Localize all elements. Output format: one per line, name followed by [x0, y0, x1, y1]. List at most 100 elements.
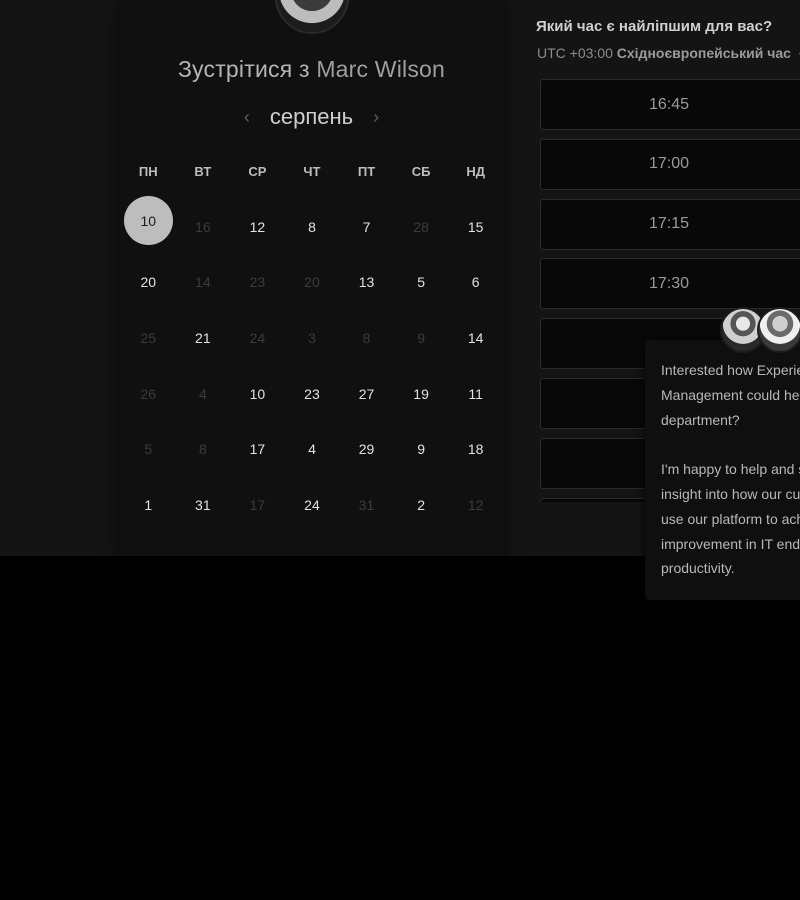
calendar-day-number: 14 — [195, 274, 211, 291]
calendar-day-unavailable: 17 — [230, 477, 285, 533]
calendar-day-available[interactable]: 10 — [230, 366, 285, 422]
calendar-day-selected[interactable]: 10 — [121, 193, 176, 249]
calendar-day-number: 9 — [417, 329, 425, 346]
time-slot-button[interactable]: 17:00 — [540, 138, 800, 190]
calendar-day-number: 4 — [308, 441, 316, 458]
calendar-day-available[interactable]: 18 — [448, 421, 503, 477]
calendar-day-unavailable: 5 — [121, 421, 176, 477]
calendar-day-available[interactable]: 24 — [285, 477, 340, 533]
calendar-day-number: 2 — [417, 496, 425, 513]
calendar-day-number: 12 — [249, 218, 266, 235]
weekday-label: ЧТ — [303, 164, 321, 179]
calendar-day-available[interactable]: 5 — [394, 255, 449, 311]
next-month-chevron-right-icon[interactable]: › — [357, 107, 395, 128]
chat-message-spacer — [661, 432, 800, 457]
chat-message-line: department? — [661, 411, 740, 428]
calendar-day-number: 11 — [468, 385, 483, 402]
calendar-day-available[interactable]: 19 — [394, 366, 449, 422]
calendar-day-number: 14 — [467, 329, 484, 346]
calendar-day-available[interactable]: 15 — [448, 199, 503, 255]
calendar-day-unavailable: 3 — [285, 310, 340, 366]
calendar-day-number: 12 — [467, 496, 484, 513]
calendar-day-number: 26 — [140, 385, 157, 402]
chat-message-line: I'm happy to help and s — [661, 461, 800, 478]
calendar-day-available[interactable]: 12 — [230, 199, 285, 255]
calendar-day-number: 18 — [467, 441, 484, 458]
meeting-title: Зустрітися з Marc Wilson — [119, 56, 504, 83]
chat-agent-avatar[interactable] — [757, 307, 800, 353]
calendar-day-available[interactable]: 4 — [285, 421, 340, 477]
calendar-day-available[interactable]: 13 — [339, 255, 394, 311]
calendar-week-row: 10 16 12 8 7 28 15 — [121, 196, 503, 255]
calendar-day-unavailable: 14 — [176, 255, 231, 311]
month-navigation: ‹ серпень › — [119, 102, 504, 132]
calendar-day-available[interactable]: 17 — [230, 421, 285, 477]
weekday-label: ПН — [138, 164, 158, 179]
calendar-day-available[interactable]: 2 — [394, 477, 449, 533]
calendar-day-number: 8 — [198, 441, 207, 458]
time-slot-button[interactable]: 16:45 — [540, 79, 800, 130]
time-slot-button[interactable]: 17:15 — [540, 198, 800, 250]
calendar-day-number: 17 — [249, 496, 266, 513]
calendar-day-unavailable: 12 — [448, 477, 503, 533]
calendar-day-number: 8 — [362, 329, 371, 346]
calendar-day-number: 28 — [413, 218, 429, 235]
calendar-day-number: 8 — [308, 218, 316, 235]
calendar-day-number: 23 — [249, 274, 266, 291]
calendar-week-row: 26 4 10 23 27 19 11 — [121, 366, 503, 422]
calendar-day-available[interactable]: 7 — [339, 199, 394, 255]
calendar-day-number: 10 — [249, 385, 266, 402]
calendar-day-number: 9 — [417, 441, 425, 458]
calendar-day-unavailable: 28 — [394, 199, 449, 255]
weekday-header: ПН ВТ СР ЧТ ПТ СБ НД — [121, 164, 503, 182]
calendar-day-available[interactable]: 14 — [448, 310, 503, 366]
calendar-day-available[interactable]: 1 — [121, 477, 176, 533]
calendar-day-number: 13 — [358, 274, 375, 291]
calendar-day-number: 17 — [249, 441, 266, 458]
day-grid: 10 16 12 8 7 28 15 20 14 23 20 13 5 6 25 21 24 3 8 9 14 26 4 10… — [121, 196, 503, 533]
calendar-day-available[interactable]: 31 — [176, 477, 231, 533]
chat-message-line: Management could hel — [661, 386, 800, 403]
calendar-day-number: 19 — [413, 385, 429, 402]
calendar-day-available[interactable]: 8 — [285, 199, 340, 255]
calendar-day-unavailable: 8 — [176, 421, 231, 477]
calendar-day-available[interactable]: 21 — [176, 310, 231, 366]
calendar-day-number: 3 — [308, 329, 316, 346]
calendar-day-number: 20 — [140, 274, 157, 291]
timezone-selector[interactable]: UTC +03:00 Східноєвропейський час ▾ — [537, 45, 800, 61]
calendar-day-number: 24 — [304, 496, 320, 513]
calendar-day-number: 5 — [417, 274, 425, 291]
calendar-week-row: 20 14 23 20 13 5 6 — [121, 255, 503, 311]
calendar-day-available[interactable]: 29 — [339, 421, 394, 477]
calendar-day-unavailable: 25 — [121, 310, 176, 366]
timezone-offset: UTC +03:00 — [537, 45, 613, 61]
calendar-day-number: 6 — [471, 274, 480, 291]
calendar-day-number: 29 — [358, 441, 375, 458]
chat-message-line: Interested how Experie — [661, 362, 800, 378]
calendar-day-number: 20 — [304, 274, 320, 291]
weekday-label: СР — [248, 164, 267, 179]
calendar-day-available[interactable]: 27 — [339, 366, 394, 422]
time-slot-button[interactable]: 17:30 — [540, 258, 800, 310]
calendar-day-unavailable: 26 — [121, 366, 176, 422]
calendar-day-unavailable: 23 — [230, 255, 285, 311]
calendar-day-number: 24 — [249, 329, 266, 346]
weekday-label: ПТ — [357, 164, 376, 179]
calendar-day-number: 7 — [362, 218, 371, 235]
calendar-week-row: 1 31 17 24 31 2 12 — [121, 477, 503, 533]
calendar-week-row: 5 8 17 4 29 9 18 — [121, 421, 503, 477]
calendar-day-number: 21 — [195, 329, 211, 346]
calendar-day-available[interactable]: 6 — [448, 255, 503, 311]
calendar-day-available[interactable]: 23 — [285, 366, 340, 422]
calendar-day-unavailable: 8 — [339, 310, 394, 366]
prev-month-chevron-left-icon[interactable]: ‹ — [228, 107, 266, 128]
weekday-label: НД — [466, 164, 485, 179]
calendar-day-available[interactable]: 20 — [121, 255, 176, 311]
booking-screen: Зустрітися з Marc Wilson ‹ серпень › ПН В… — [0, 0, 800, 900]
calendar-day-unavailable: 20 — [285, 255, 340, 311]
calendar-day-available[interactable]: 9 — [394, 421, 449, 477]
calendar-day-available[interactable]: 11 — [448, 366, 503, 422]
calendar-day-number: 10 — [123, 196, 173, 246]
chat-message-line: productivity. — [661, 560, 735, 577]
calendar-day-number: 31 — [195, 496, 211, 513]
